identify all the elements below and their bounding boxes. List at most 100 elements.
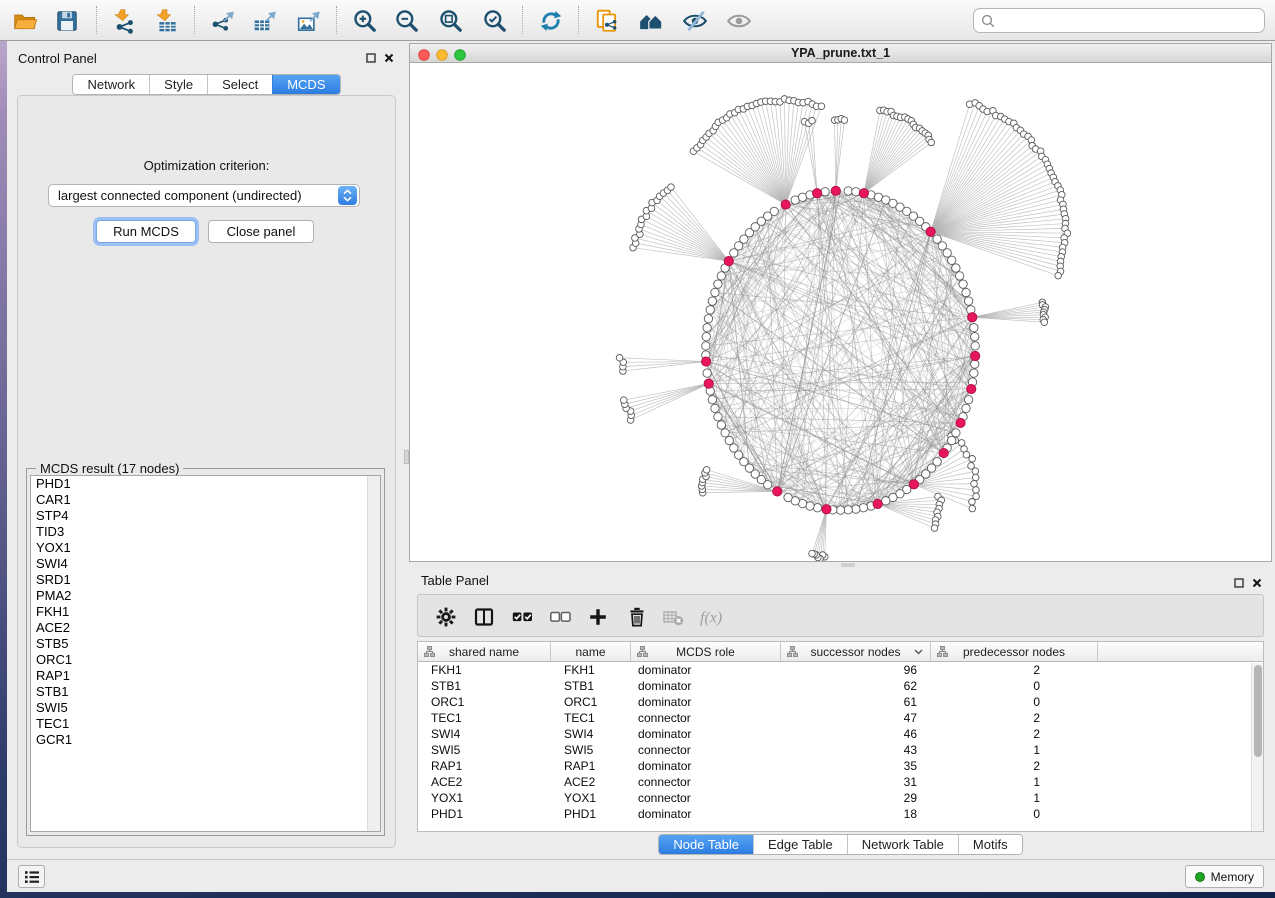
zoom-out-icon[interactable] [390,4,424,38]
float-panel-icon[interactable] [366,50,376,68]
show-panels-button[interactable] [18,865,45,888]
zoom-fit-icon[interactable] [434,4,468,38]
memory-button[interactable]: Memory [1185,865,1264,888]
mcds-result-list[interactable]: PHD1CAR1STP4TID3YOX1SWI4SRD1PMA2FKH1ACE2… [30,475,381,832]
dominator-node[interactable] [971,351,980,360]
mcds-result-item[interactable]: PHD1 [31,476,380,492]
cell-successor-nodes: 18 [781,807,931,821]
table-row[interactable]: TEC1TEC1connector472 [418,710,1263,726]
export-table-icon[interactable] [248,4,282,38]
mcds-result-item[interactable]: TEC1 [31,716,380,732]
export-image-icon[interactable] [292,4,326,38]
new-network-from-selection-icon[interactable] [590,4,624,38]
tab-network[interactable]: Network [73,75,149,94]
delete-column-icon[interactable] [623,603,651,631]
show-columns-icon[interactable] [470,603,498,631]
tab-mcds[interactable]: MCDS [272,75,339,94]
mcds-result-item[interactable]: SRD1 [31,572,380,588]
zoom-in-icon[interactable] [348,4,382,38]
first-neighbors-icon[interactable] [634,4,668,38]
save-session-icon[interactable] [50,4,84,38]
toolbar-separator [336,6,337,34]
mcds-list-scrollbar[interactable] [367,476,380,831]
dominator-node[interactable] [724,257,733,266]
table-row[interactable]: SWI5SWI5connector431 [418,742,1263,758]
dominator-node[interactable] [831,186,840,195]
cell-MCDS-role: dominator [631,727,781,741]
column-header-MCDS-role[interactable]: MCDS role [631,642,781,661]
mcds-result-item[interactable]: GCR1 [31,732,380,748]
mcds-result-item[interactable]: TID3 [31,524,380,540]
network-window-titlebar[interactable]: YPA_prune.txt_1 [410,44,1271,63]
network-canvas[interactable] [410,64,1271,561]
table-row[interactable]: ORC1ORC1dominator610 [418,694,1263,710]
close-panel-button[interactable]: Close panel [208,220,314,243]
table-row[interactable]: FKH1FKH1dominator962 [418,662,1263,678]
table-row[interactable]: STB1STB1dominator620 [418,678,1263,694]
import-network-icon[interactable] [108,4,142,38]
dominator-node[interactable] [773,487,782,496]
mcds-result-item[interactable]: PMA2 [31,588,380,604]
close-panel-icon[interactable] [384,50,394,68]
zoom-selected-icon[interactable] [478,4,512,38]
apply-layout-icon[interactable] [534,4,568,38]
dominator-node[interactable] [781,200,790,209]
column-header-shared-name[interactable]: shared name [418,642,551,661]
import-table-icon[interactable] [150,4,184,38]
dominator-node[interactable] [822,505,831,514]
dominator-node[interactable] [813,189,822,198]
tab-network-table[interactable]: Network Table [847,835,958,854]
dominator-node[interactable] [704,379,713,388]
mcds-result-item[interactable]: CAR1 [31,492,380,508]
mcds-result-item[interactable]: YOX1 [31,540,380,556]
open-file-icon[interactable] [8,4,42,38]
select-all-rows-icon[interactable] [508,603,536,631]
table-row[interactable]: SWI4SWI4dominator462 [418,726,1263,742]
column-settings-gear-icon[interactable] [432,603,460,631]
table-scrollbar-thumb[interactable] [1254,665,1262,757]
mcds-result-item[interactable]: SWI5 [31,700,380,716]
toolbar-separator [522,6,523,34]
cell-MCDS-role: dominator [631,695,781,709]
table-row[interactable]: PHD1PHD1dominator180 [418,806,1263,822]
tab-select[interactable]: Select [207,75,272,94]
dominator-node[interactable] [926,227,935,236]
tab-motifs[interactable]: Motifs [958,835,1022,854]
table-scrollbar[interactable] [1251,663,1263,831]
mcds-result-item[interactable]: STB5 [31,636,380,652]
hide-selected-icon[interactable] [678,4,712,38]
mcds-result-item[interactable]: STP4 [31,508,380,524]
table-row[interactable]: ACE2ACE2connector311 [418,774,1263,790]
column-header-predecessor-nodes[interactable]: predecessor nodes [931,642,1098,661]
search-input[interactable] [1000,14,1264,28]
dominator-node[interactable] [859,189,868,198]
column-header-successor-nodes[interactable]: successor nodes [781,642,931,661]
tab-node-table[interactable]: Node Table [659,835,753,854]
dominator-node[interactable] [956,418,965,427]
column-header-name[interactable]: name [551,642,631,661]
export-network-icon[interactable] [206,4,240,38]
mcds-result-item[interactable]: FKH1 [31,604,380,620]
mcds-result-item[interactable]: RAP1 [31,668,380,684]
run-mcds-button[interactable]: Run MCDS [96,220,196,243]
criterion-select[interactable]: largest connected component (undirected) [48,184,360,207]
dominator-node[interactable] [873,499,882,508]
dominator-node[interactable] [967,384,976,393]
mcds-result-item[interactable]: ORC1 [31,652,380,668]
dominator-node[interactable] [939,448,948,457]
cell-predecessor-nodes: 2 [931,727,1098,741]
mcds-result-item[interactable]: SWI4 [31,556,380,572]
dominator-node[interactable] [909,480,918,489]
close-panel-icon[interactable] [1252,575,1262,593]
add-column-icon[interactable] [584,603,612,631]
mcds-result-item[interactable]: STB1 [31,684,380,700]
table-row[interactable]: RAP1RAP1dominator352 [418,758,1263,774]
deselect-all-rows-icon[interactable] [546,603,574,631]
tab-edge-table[interactable]: Edge Table [753,835,847,854]
float-panel-icon[interactable] [1234,575,1244,593]
dominator-node[interactable] [968,313,977,322]
tab-style[interactable]: Style [149,75,207,94]
table-row[interactable]: YOX1YOX1connector291 [418,790,1263,806]
dominator-node[interactable] [702,357,711,366]
mcds-result-item[interactable]: ACE2 [31,620,380,636]
